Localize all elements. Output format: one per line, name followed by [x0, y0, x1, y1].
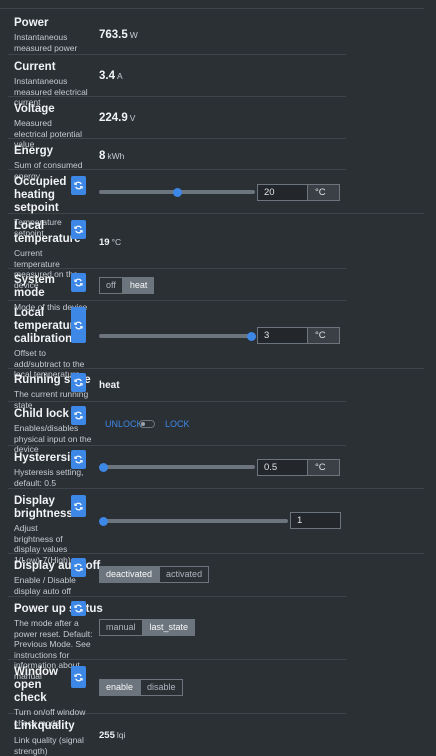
- refresh-icon: [74, 378, 83, 387]
- auto-off-toggle: deactivated activated: [99, 566, 210, 583]
- calibration-refresh-button[interactable]: [71, 307, 86, 343]
- current-label: Current: [14, 61, 56, 73]
- row-running-state: Running state The current running state …: [8, 369, 346, 410]
- brightness-slider[interactable]: [98, 516, 288, 526]
- calibration-slider[interactable]: [99, 331, 256, 341]
- system-mode-off[interactable]: off: [99, 277, 123, 294]
- exposes-panel: Power Instantaneous measured power 763.5…: [0, 0, 436, 756]
- row-power-up-status: Power up status The mode after a power r…: [8, 597, 346, 681]
- brightness-label: Display brightnesss: [14, 495, 80, 520]
- row-hysteresis: Hysterersis Hysteresis setting, default:…: [8, 446, 424, 489]
- linkquality-value: 255 lqi: [99, 730, 126, 741]
- hysteresis-unit: °C: [307, 459, 340, 476]
- setpoint-input[interactable]: 20: [257, 184, 308, 201]
- child-lock-label: Child lock: [14, 408, 69, 420]
- refresh-icon: [74, 673, 83, 681]
- refresh-icon: [74, 563, 83, 572]
- window-check-disable[interactable]: disable: [140, 679, 183, 696]
- calibration-unit: °C: [307, 327, 340, 344]
- refresh-icon: [74, 278, 83, 287]
- running-state-value: heat: [99, 380, 120, 391]
- auto-off-deactivated[interactable]: deactivated: [99, 566, 160, 583]
- window-check-label: Window open check: [14, 666, 58, 704]
- row-linkquality: Linkquality Link quality (signal strengt…: [8, 714, 346, 756]
- row-current: Current Instantaneous measured electrica…: [8, 55, 346, 107]
- local-temp-refresh-button[interactable]: [71, 220, 86, 239]
- running-state-label: Running state: [14, 374, 91, 386]
- power-desc: Instantaneous measured power: [14, 32, 78, 53]
- row-brightness: Display brightnesss Adjust brightness of…: [8, 489, 424, 565]
- row-local-temperature: Local temperature Current temperature me…: [8, 214, 346, 290]
- setpoint-unit: °C: [307, 184, 340, 201]
- current-value: 3.4 A: [99, 70, 123, 82]
- energy-value: 8 kWh: [99, 150, 125, 162]
- window-check-enable[interactable]: enable: [99, 679, 141, 696]
- power-value: 763.5 W: [99, 29, 138, 41]
- linkquality-label: Linkquality: [14, 720, 75, 732]
- system-mode-toggle: off heat: [99, 277, 155, 294]
- running-state-refresh-button[interactable]: [71, 373, 86, 392]
- child-lock-unlock-label[interactable]: UNLOCK: [105, 419, 143, 429]
- row-calibration: Local temperature calibration Offset to …: [8, 301, 424, 379]
- power-up-toggle: manual last_state: [99, 619, 196, 636]
- energy-label: Energy: [14, 145, 53, 157]
- refresh-icon: [74, 604, 83, 613]
- power-up-refresh-button[interactable]: [71, 601, 86, 616]
- local-temp-value: 19 °C: [99, 237, 122, 248]
- power-up-label: Power up status: [14, 603, 103, 615]
- power-label: Power: [14, 17, 49, 29]
- power-up-last-state[interactable]: last_state: [142, 619, 196, 636]
- auto-off-activated[interactable]: activated: [159, 566, 210, 583]
- child-lock-lock-label[interactable]: LOCK: [165, 419, 190, 429]
- calibration-label: Local temperature calibration: [14, 307, 81, 345]
- brightness-input[interactable]: 1: [290, 512, 341, 529]
- window-check-toggle: enable disable: [99, 679, 183, 696]
- hysteresis-desc: Hysteresis setting, default: 0.5: [14, 467, 84, 488]
- refresh-icon: [74, 411, 83, 420]
- power-up-manual[interactable]: manual: [99, 619, 143, 636]
- row-system-mode: System mode Mode of this device off heat: [8, 269, 346, 312]
- row-setpoint: Occupied heating setpoint Temperature se…: [8, 170, 424, 238]
- refresh-icon: [74, 502, 83, 510]
- auto-off-refresh-button[interactable]: [71, 558, 86, 577]
- hysteresis-slider-thumb[interactable]: [98, 462, 108, 472]
- hysteresis-label: Hysterersis: [14, 452, 77, 464]
- brightness-refresh-button[interactable]: [71, 495, 86, 517]
- voltage-value: 224.9 V: [99, 112, 136, 124]
- child-lock-switch[interactable]: [139, 420, 155, 428]
- refresh-icon: [74, 321, 83, 329]
- system-mode-refresh-button[interactable]: [71, 273, 86, 292]
- auto-off-label: Display auto off: [14, 560, 101, 572]
- child-lock-refresh-button[interactable]: [71, 406, 86, 425]
- setpoint-slider[interactable]: [99, 187, 255, 197]
- setpoint-refresh-button[interactable]: [71, 176, 86, 195]
- system-mode-label: System mode: [14, 274, 55, 299]
- window-check-refresh-button[interactable]: [71, 666, 86, 688]
- refresh-icon: [74, 181, 83, 190]
- row-child-lock: Child lock Enables/disables physical inp…: [8, 402, 346, 454]
- linkquality-desc: Link quality (signal strength): [14, 735, 84, 756]
- system-mode-heat[interactable]: heat: [122, 277, 155, 294]
- setpoint-slider-thumb[interactable]: [172, 187, 182, 197]
- calibration-slider-thumb[interactable]: [246, 331, 256, 341]
- setpoint-label: Occupied heating setpoint: [14, 176, 67, 214]
- voltage-label: Voltage: [14, 103, 55, 115]
- row-display-auto-off: Display auto off Enable / Disable displa…: [8, 554, 346, 597]
- child-lock-switch-knob: [141, 422, 145, 426]
- row-power: Power Instantaneous measured power 763.5…: [8, 9, 346, 55]
- row-window-open-check: Window open check Turn on/off window che…: [8, 660, 346, 728]
- auto-off-desc: Enable / Disable display auto off: [14, 575, 76, 596]
- brightness-slider-thumb[interactable]: [98, 516, 108, 526]
- row-energy: Energy Sum of consumed energy 8 kWh: [8, 139, 346, 181]
- row-voltage: Voltage Measured electrical potential va…: [8, 97, 346, 149]
- hysteresis-refresh-button[interactable]: [71, 450, 86, 469]
- hysteresis-input[interactable]: 0.5: [257, 459, 308, 476]
- page-right-margin: [424, 0, 436, 750]
- calibration-input[interactable]: 3: [257, 327, 308, 344]
- refresh-icon: [74, 225, 83, 234]
- top-divider: [0, 0, 436, 9]
- refresh-icon: [74, 455, 83, 464]
- hysteresis-slider[interactable]: [98, 462, 255, 472]
